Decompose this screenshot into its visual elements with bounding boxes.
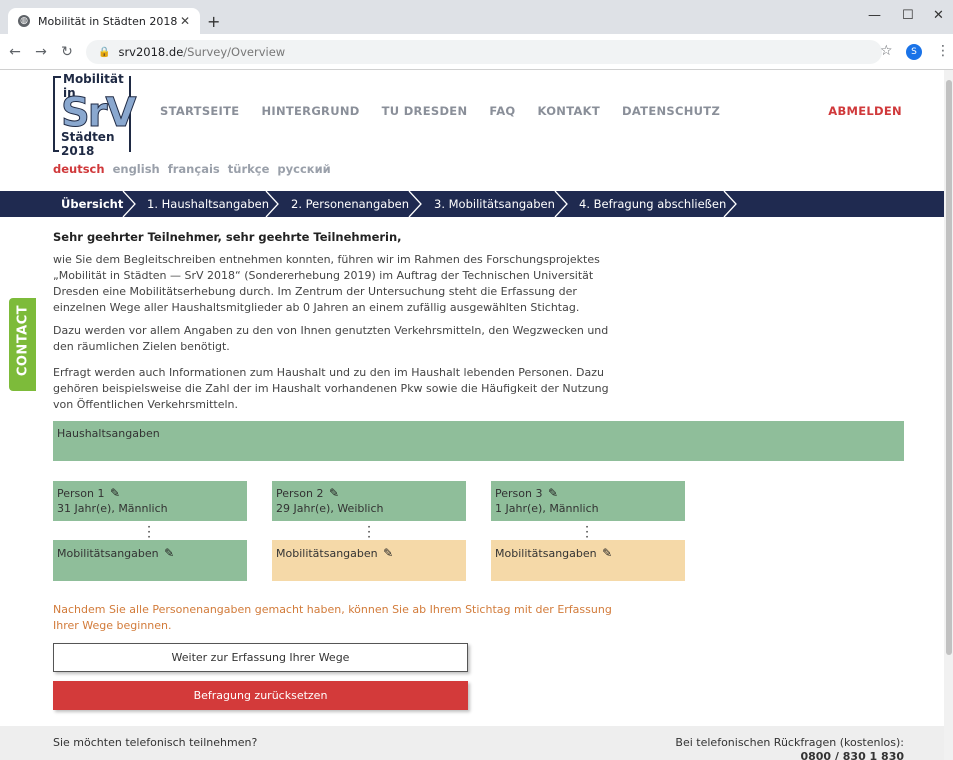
browser-menu-icon[interactable]: ⋮: [936, 43, 950, 59]
lang-russian[interactable]: русский: [277, 162, 330, 176]
nav-tu-dresden[interactable]: TU DRESDEN: [382, 104, 468, 118]
nav-kontakt[interactable]: KONTAKT: [538, 104, 601, 118]
person-card-3[interactable]: Person 3 ✎ 1 Jahr(e), Männlich: [491, 481, 685, 521]
instruction-note: Nachdem Sie alle Personenangaben gemacht…: [53, 603, 612, 632]
step-finish[interactable]: 4. Befragung abschließen: [579, 191, 726, 217]
lang-francais[interactable]: français: [168, 162, 220, 176]
footer-hotline: Bei telefonischen Rückfragen (kostenlos)…: [675, 736, 904, 760]
page-content: Mobilität in SrV Städten 2018 STARTSEITE…: [0, 70, 944, 760]
footer-phone-question: Sie möchten telefonisch teilnehmen?: [53, 736, 258, 749]
new-tab-icon[interactable]: +: [207, 12, 220, 31]
nav-faq[interactable]: FAQ: [489, 104, 515, 118]
vertical-dots-icon: · · ·: [367, 520, 371, 544]
person-info: 31 Jahr(e), Männlich: [57, 502, 168, 515]
household-card[interactable]: Haushaltsangaben: [53, 421, 904, 461]
nav-startseite[interactable]: STARTSEITE: [160, 104, 239, 118]
close-tab-icon[interactable]: ✕: [180, 14, 190, 28]
mobility-label: Mobilitätsangaben: [495, 547, 597, 560]
logout-link[interactable]: ABMELDEN: [828, 104, 902, 118]
reset-survey-button[interactable]: Befragung zurücksetzen: [53, 681, 468, 710]
nav-hintergrund[interactable]: HINTERGRUND: [261, 104, 359, 118]
greeting: Sehr geehrter Teilnehmer, sehr geehrte T…: [53, 230, 402, 244]
url-host: srv2018.de: [118, 45, 184, 59]
language-selector: deutsch english français türkçe русский: [53, 162, 335, 176]
edit-pencil-icon[interactable]: ✎: [383, 546, 393, 560]
footer: Sie möchten telefonisch teilnehmen? Bei …: [0, 726, 944, 760]
globe-icon: ◍: [18, 15, 30, 27]
contact-label: CONTACT: [15, 304, 31, 377]
lang-english[interactable]: english: [113, 162, 160, 176]
lock-icon: 🔒: [98, 46, 111, 58]
edit-pencil-icon[interactable]: ✎: [602, 546, 612, 560]
url-path: /Survey/Overview: [183, 45, 286, 59]
person-name: Person 3: [495, 487, 543, 500]
profile-avatar[interactable]: S: [906, 44, 922, 60]
tab-title: Mobilität in Städten 2018: [38, 14, 178, 28]
logo-line2: SrV: [61, 90, 137, 136]
person-name: Person 2: [276, 487, 324, 500]
person-name: Person 1: [57, 487, 105, 500]
edit-pencil-icon[interactable]: ✎: [164, 546, 174, 560]
srv-logo[interactable]: Mobilität in SrV Städten 2018: [53, 72, 137, 158]
contact-side-tab[interactable]: CONTACT: [9, 298, 36, 391]
top-navigation: STARTSEITE HINTERGRUND TU DRESDEN FAQ KO…: [160, 104, 742, 118]
step-chevron-icon: [264, 191, 280, 217]
footer-hotline-label: Bei telefonischen Rückfragen (kostenlos)…: [675, 736, 904, 749]
edit-pencil-icon[interactable]: ✎: [110, 486, 120, 500]
household-label: Haushaltsangaben: [57, 427, 160, 440]
continue-trips-button[interactable]: Weiter zur Erfassung Ihrer Wege: [53, 643, 468, 672]
person-info: 1 Jahr(e), Männlich: [495, 502, 599, 515]
logo-line3: Städten 2018: [59, 130, 129, 158]
person-info: 29 Jahr(e), Weiblich: [276, 502, 384, 515]
forward-icon[interactable]: →: [30, 44, 52, 60]
edit-pencil-icon[interactable]: ✎: [548, 486, 558, 500]
step-overview[interactable]: Übersicht: [61, 191, 123, 217]
lang-deutsch[interactable]: deutsch: [53, 162, 105, 176]
intro-paragraph-1: wie Sie dem Begleitschreiben entnehmen k…: [53, 253, 600, 314]
address-bar: ← → ↻ 🔒 srv2018.de/Survey/Overview ☆ S ⋮: [0, 34, 953, 70]
step-mobility[interactable]: 3. Mobilitätsangaben: [434, 191, 555, 217]
step-persons[interactable]: 2. Personenangaben: [291, 191, 409, 217]
intro-paragraph-2: Dazu werden vor allem Angaben zu den von…: [53, 324, 609, 353]
step-chevron-icon: [407, 191, 423, 217]
lang-turkce[interactable]: türkçe: [228, 162, 270, 176]
edit-pencil-icon[interactable]: ✎: [329, 486, 339, 500]
step-chevron-icon: [553, 191, 569, 217]
maximize-icon[interactable]: ☐: [902, 8, 914, 23]
person-card-1[interactable]: Person 1 ✎ 31 Jahr(e), Männlich: [53, 481, 247, 521]
mobility-label: Mobilitätsangaben: [276, 547, 378, 560]
url-field[interactable]: 🔒 srv2018.de/Survey/Overview: [86, 40, 882, 64]
vertical-dots-icon: · · ·: [147, 520, 151, 544]
step-chevron-icon: [722, 191, 738, 217]
progress-stepbar: Übersicht 1. Haushaltsangaben 2. Persone…: [0, 191, 944, 217]
step-chevron-icon: [121, 191, 137, 217]
window-close-icon[interactable]: ✕: [933, 8, 944, 23]
mobility-label: Mobilitätsangaben: [57, 547, 159, 560]
minimize-icon[interactable]: —: [868, 8, 881, 23]
intro-paragraph-3: Erfragt werden auch Informationen zum Ha…: [53, 366, 609, 411]
mobility-card-2[interactable]: Mobilitätsangaben ✎: [272, 540, 466, 581]
browser-tabbar: ◍ Mobilität in Städten 2018 ✕ + — ☐ ✕: [0, 0, 953, 34]
mobility-card-1[interactable]: Mobilitätsangaben ✎: [53, 540, 247, 581]
bookmark-star-icon[interactable]: ☆: [880, 43, 893, 59]
footer-phone-number[interactable]: 0800 / 830 1 830: [675, 750, 904, 760]
scrollbar-thumb[interactable]: [946, 80, 952, 655]
nav-datenschutz[interactable]: DATENSCHUTZ: [622, 104, 720, 118]
mobility-card-3[interactable]: Mobilitätsangaben ✎: [491, 540, 685, 581]
person-card-2[interactable]: Person 2 ✎ 29 Jahr(e), Weiblich: [272, 481, 466, 521]
back-icon[interactable]: ←: [4, 44, 26, 60]
vertical-dots-icon: · · ·: [585, 520, 589, 544]
step-household[interactable]: 1. Haushaltsangaben: [147, 191, 269, 217]
reload-icon[interactable]: ↻: [56, 44, 78, 60]
browser-tab[interactable]: ◍ Mobilität in Städten 2018 ✕: [8, 8, 200, 34]
